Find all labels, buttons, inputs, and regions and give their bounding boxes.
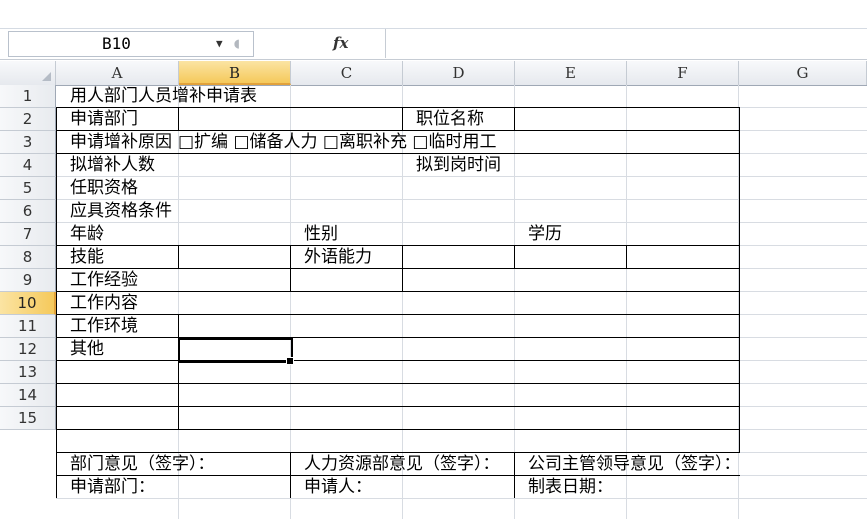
row-header-4[interactable]: 4 [0,154,56,177]
cell-e15[interactable]: 制表日期： [514,476,613,499]
row-header-14[interactable]: 14 [0,384,56,407]
insert-function-button[interactable]: fx [333,31,348,55]
name-box-value: B10 [102,34,131,53]
column-header-f[interactable]: F [627,61,739,85]
cell-a11[interactable]: 工作环境 [56,315,138,338]
cell-d2[interactable]: 职位名称 [402,108,484,131]
border [739,107,740,453]
column-header-g[interactable]: G [739,61,867,85]
cell-a1[interactable]: 用人部门人员增补申请表 [56,85,257,108]
border [56,383,740,384]
border [56,291,740,292]
border [56,360,740,361]
cell-a8[interactable]: 技能 [56,246,104,269]
cell-a5[interactable]: 任职资格 [56,177,138,200]
border [56,429,740,430]
cancel-icon[interactable]: ◖ [232,31,241,55]
formula-input[interactable] [386,29,867,58]
fill-handle[interactable] [286,357,294,365]
border [178,107,179,131]
cell-a10[interactable]: 工作内容 [56,292,138,315]
row-header-13[interactable]: 13 [0,361,56,384]
name-box[interactable]: B10 ▼ ◖ [8,31,254,57]
cell-d4[interactable]: 拟到岗时间 [402,154,501,177]
cell-c8[interactable]: 外语能力 [290,246,372,269]
cell-a2[interactable]: 申请部门 [56,108,178,131]
border [178,314,179,430]
cell-e14[interactable]: 公司主管领导意见（签字）： [514,453,741,476]
column-header-e[interactable]: E [515,61,627,85]
row-header-1[interactable]: 1 [0,85,56,108]
border [56,406,740,407]
cell-c7[interactable]: 性别 [290,223,338,246]
border [514,107,515,131]
cell-a9[interactable]: 工作经验 [56,269,138,292]
border [514,245,515,269]
cell-a7[interactable]: 年龄 [56,223,104,246]
column-header-d[interactable]: D [403,61,515,85]
column-header-c[interactable]: C [291,61,403,85]
row-header-10[interactable]: 10 [0,292,56,315]
row-header-2[interactable]: 2 [0,108,56,131]
border [56,337,740,338]
border [178,245,179,269]
row-header-5[interactable]: 5 [0,177,56,200]
select-all-triangle-icon [42,72,51,81]
border [402,245,403,292]
cell-a3[interactable]: 申请增补原因 [56,131,177,154]
formula-bar: B10 ▼ ◖ fx [0,28,867,60]
row-header-7[interactable]: 7 [0,223,56,246]
cell-c15[interactable]: 申请人： [290,476,372,499]
border [56,245,740,246]
column-header-bar: A B C D E F G [0,61,867,86]
column-header-b[interactable]: B [179,61,291,85]
row-header-15[interactable]: 15 [0,407,56,430]
border [56,268,740,269]
row-header-8[interactable]: 8 [0,246,56,269]
cell-c14[interactable]: 人力资源部意见（签字）： [290,453,514,476]
chevron-down-icon[interactable]: ▼ [216,32,223,56]
row-header-9[interactable]: 9 [0,269,56,292]
row-header-3[interactable]: 3 [0,131,56,154]
row-header-11[interactable]: 11 [0,315,56,338]
cell-e7[interactable]: 学历 [514,223,562,246]
worksheet-grid[interactable]: 用人部门人员增补申请表 申请部门 职位名称 申请增补原因 □扩编 □储备人力 □… [56,85,867,519]
row-header-12[interactable]: 12 [0,338,56,361]
column-header-a[interactable]: A [56,61,179,85]
row-header-bar: 1 2 3 4 5 6 7 8 9 10 11 12 13 14 15 [0,85,56,519]
cell-a6[interactable]: 应具资格条件 [56,200,172,223]
border [626,245,627,269]
cell-a14[interactable]: 部门意见（签字）： [56,453,215,476]
select-all-corner[interactable] [0,61,56,85]
cell-a4[interactable]: 拟增补人数 [56,154,155,177]
active-cell-outline[interactable] [178,338,293,363]
cell-b3[interactable]: □扩编 □储备人力 □离职补充 □临时用工 [164,131,496,154]
border [56,314,740,315]
row-header-6[interactable]: 6 [0,200,56,223]
cell-a12[interactable]: 其他 [56,338,104,361]
cell-a15[interactable]: 申请部门： [56,476,155,499]
